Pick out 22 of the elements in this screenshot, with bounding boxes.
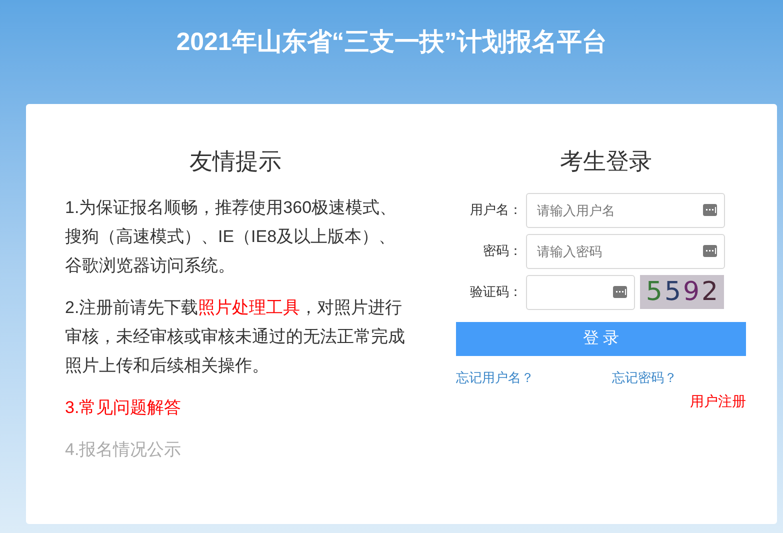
keyboard-icon bbox=[703, 204, 717, 216]
keyboard-icon bbox=[613, 286, 627, 298]
page-title: 2021年山东省“三支一扶”计划报名平台 bbox=[176, 27, 607, 58]
notice-link[interactable]: 4.报名情况公示 bbox=[65, 434, 406, 464]
login-title: 考生登录 bbox=[559, 147, 653, 176]
field-label: 用户名： bbox=[469, 201, 523, 220]
notice-text: 2.注册前请先下载照片处理工具，对照片进行审核，未经审核或审核未通过的无法正常完成照片上传和后续相关操作。 bbox=[65, 296, 406, 376]
notice-title: 友情提示 bbox=[188, 147, 282, 176]
login-button[interactable]: 登 录 bbox=[456, 322, 746, 356]
field-label: 验证码： bbox=[469, 283, 523, 302]
notice-text: 1.为保证报名顺畅，推荐使用360极速模式、搜狗（高速模式）、IE（IE8及以上版本）、谷歌浏览器访问系统。 bbox=[65, 196, 398, 276]
forgot-username-link[interactable]: 忘记用户名？ bbox=[456, 368, 612, 387]
field-label: 密码： bbox=[482, 242, 523, 260]
input-field[interactable]: 请输入密码 bbox=[526, 234, 725, 268]
captcha-image[interactable]: 5592 bbox=[640, 275, 724, 309]
forgot-password-link[interactable]: 忘记密码？ bbox=[612, 368, 677, 387]
tool-download-link[interactable]: 照片处理工具 bbox=[198, 298, 300, 316]
keyboard-icon bbox=[703, 245, 717, 257]
input-field[interactable]: 请输入用户名 bbox=[526, 192, 725, 228]
input-field[interactable] bbox=[526, 274, 635, 310]
register-link[interactable]: 用户注册 bbox=[690, 391, 746, 412]
faq-link[interactable]: 3.常见问题解答 bbox=[65, 392, 406, 422]
